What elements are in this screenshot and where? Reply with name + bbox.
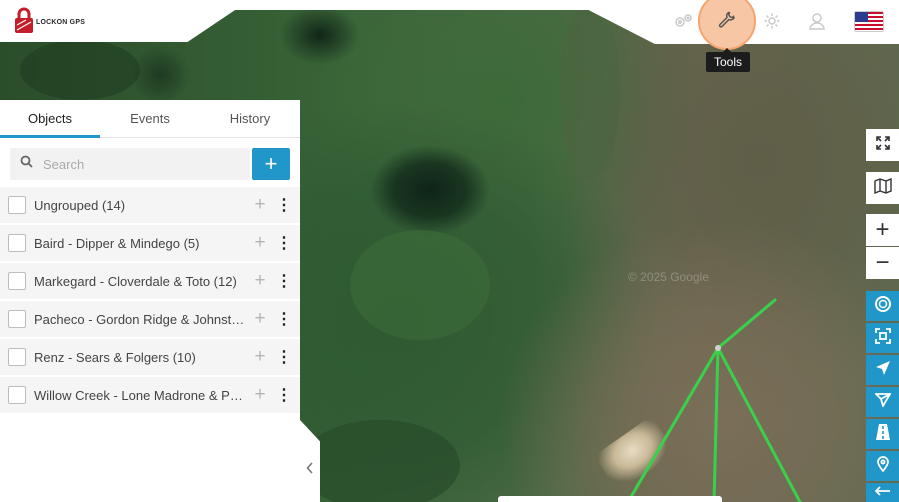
group-checkbox[interactable]	[8, 310, 26, 328]
list-item[interactable]: Baird - Dipper & Mindego (5) + ⋮	[0, 225, 300, 261]
fullscreen-button[interactable]	[866, 129, 899, 161]
tools-tooltip: Tools	[706, 48, 751, 72]
send-icon	[873, 392, 892, 412]
list-item[interactable]: Pacheco - Gordon Ridge & Johnstone (8) +…	[0, 301, 300, 337]
send-command-button[interactable]	[866, 387, 899, 417]
group-label: Willow Creek - Lone Madrone & Purisima (…	[34, 387, 248, 403]
cluster-gears-icon[interactable]	[670, 8, 696, 34]
tab-history[interactable]: History	[200, 100, 300, 137]
tab-events[interactable]: Events	[100, 100, 200, 137]
more-options-icon[interactable]: ⋮	[276, 195, 292, 215]
search-row: +	[10, 148, 290, 180]
logo-text: LOCKON GPS	[36, 18, 86, 26]
more-options-icon[interactable]: ⋮	[276, 385, 292, 405]
search-input[interactable]	[43, 156, 233, 172]
more-tools-button[interactable]	[866, 483, 899, 502]
expand-arrows-icon	[874, 327, 891, 349]
add-to-group-button[interactable]: +	[250, 270, 270, 292]
more-options-icon[interactable]: ⋮	[276, 271, 292, 291]
more-options-icon[interactable]: ⋮	[276, 233, 292, 253]
route-segment	[716, 298, 777, 350]
group-checkbox[interactable]	[8, 234, 26, 252]
geofence-button[interactable]	[866, 291, 899, 321]
fit-objects-button[interactable]	[866, 323, 899, 353]
list-item[interactable]: Willow Creek - Lone Madrone & Purisima (…	[0, 377, 300, 413]
panel-tabs: Objects Events History	[0, 100, 300, 138]
group-checkbox[interactable]	[8, 272, 26, 290]
circle-target-icon	[874, 295, 892, 318]
bottom-info-bar[interactable]	[498, 496, 722, 502]
route-segment	[716, 346, 802, 502]
objects-panel: Objects Events History + Ungrouped (14) …	[0, 100, 300, 502]
chevron-left-icon	[306, 461, 314, 479]
add-to-group-button[interactable]: +	[250, 384, 270, 406]
group-label: Renz - Sears & Folgers (10)	[34, 349, 196, 365]
group-checkbox[interactable]	[8, 348, 26, 366]
search-icon	[20, 155, 33, 173]
list-item[interactable]: Markegard - Cloverdale & Toto (12) + ⋮	[0, 263, 300, 299]
top-bar: LOCKON GPS Tools	[0, 0, 899, 72]
group-label: Baird - Dipper & Mindego (5)	[34, 235, 200, 251]
add-to-group-button[interactable]: +	[250, 194, 270, 216]
zoom-out-button[interactable]: −	[866, 247, 899, 279]
app-logo[interactable]: LOCKON GPS	[14, 6, 85, 34]
search-box	[10, 148, 250, 180]
route-segment	[712, 346, 720, 502]
lock-logo-icon	[14, 6, 34, 34]
add-object-button[interactable]: +	[252, 148, 290, 180]
more-options-icon[interactable]: ⋮	[276, 347, 292, 367]
us-flag-icon[interactable]	[854, 11, 884, 32]
places-button[interactable]	[866, 451, 899, 481]
gear-icon[interactable]	[759, 8, 785, 34]
map-layers-button[interactable]	[866, 172, 899, 204]
group-label: Pacheco - Gordon Ridge & Johnstone (8)	[34, 311, 248, 327]
navigate-button[interactable]	[866, 355, 899, 385]
fullscreen-icon	[875, 135, 890, 155]
list-item[interactable]: Ungrouped (14) + ⋮	[0, 187, 300, 223]
map-icon	[873, 177, 892, 199]
road-button[interactable]	[866, 419, 899, 449]
route-segment	[626, 346, 720, 502]
list-arrow-icon	[874, 484, 891, 502]
map-pin-icon	[876, 455, 889, 477]
navigation-arrow-icon	[875, 360, 891, 381]
list-item[interactable]: Renz - Sears & Folgers (10) + ⋮	[0, 339, 300, 375]
group-checkbox[interactable]	[8, 386, 26, 404]
road-icon	[875, 423, 890, 445]
group-label: Markegard - Cloverdale & Toto (12)	[34, 273, 237, 289]
tab-objects[interactable]: Objects	[0, 100, 100, 138]
add-to-group-button[interactable]: +	[250, 232, 270, 254]
group-checkbox[interactable]	[8, 196, 26, 214]
route-node	[715, 345, 721, 351]
add-to-group-button[interactable]: +	[250, 346, 270, 368]
zoom-in-button[interactable]: +	[866, 214, 899, 246]
user-icon[interactable]	[804, 8, 830, 34]
more-options-icon[interactable]: ⋮	[276, 309, 292, 329]
group-label: Ungrouped (14)	[34, 197, 126, 213]
add-to-group-button[interactable]: +	[250, 308, 270, 330]
group-list: Ungrouped (14) + ⋮ Baird - Dipper & Mind…	[0, 187, 300, 415]
